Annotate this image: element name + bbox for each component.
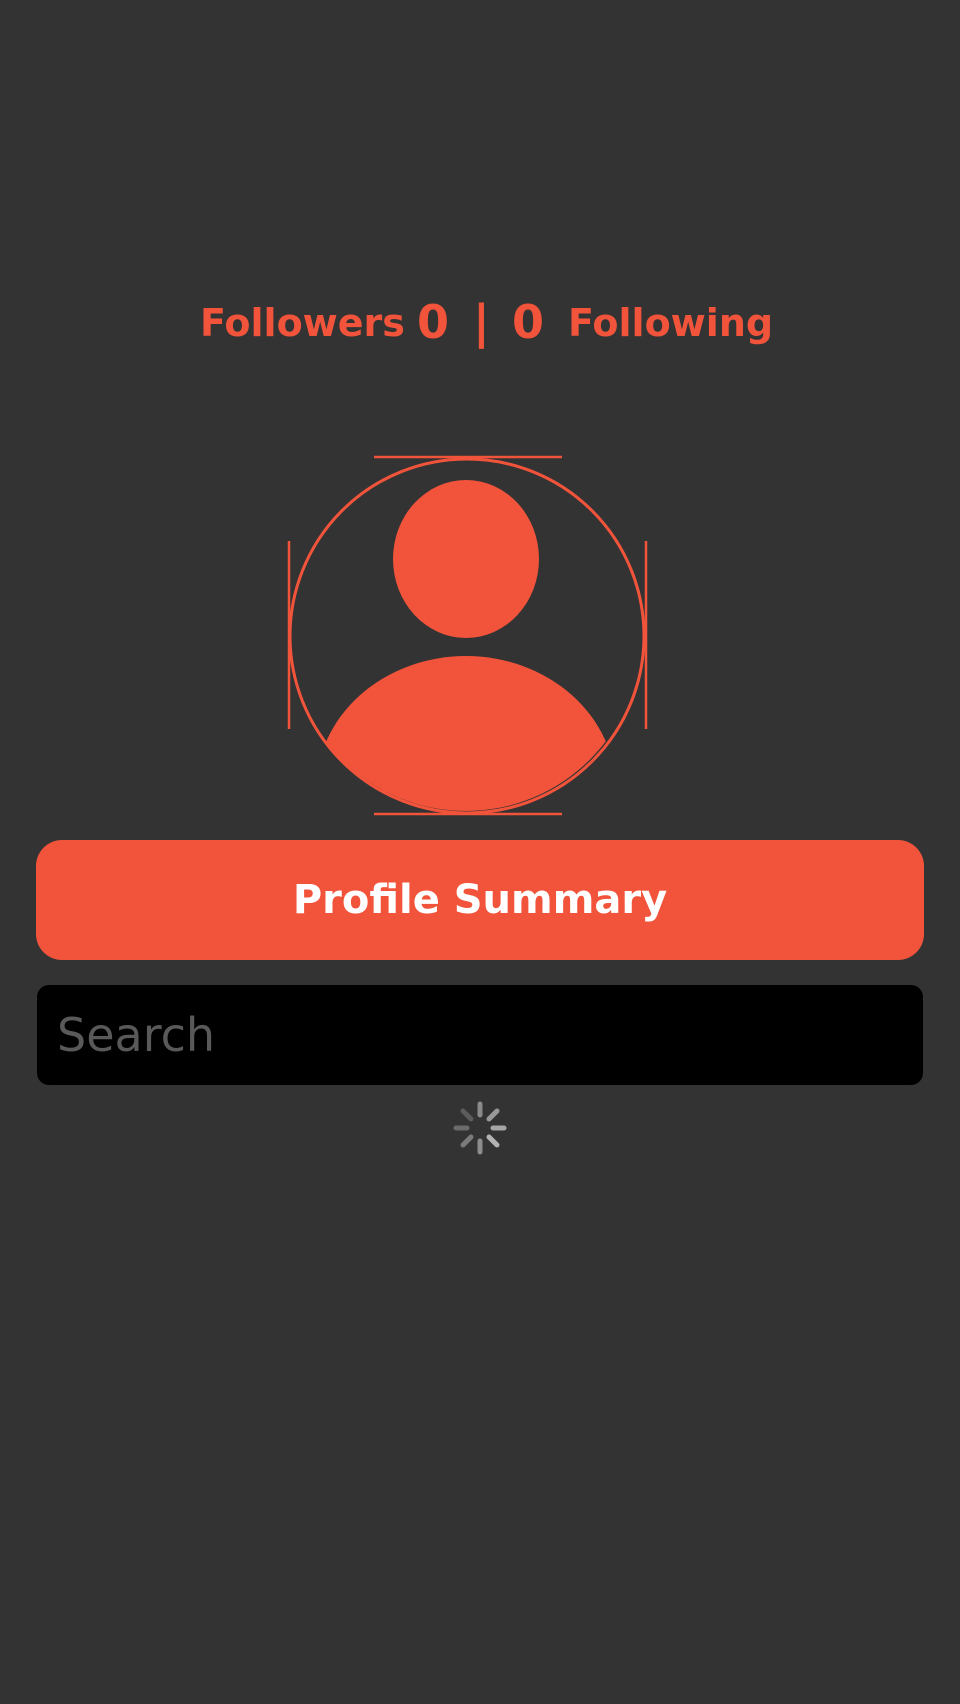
search-input[interactable] xyxy=(57,985,903,1085)
activity-spinner-icon xyxy=(453,1101,507,1155)
search-bar[interactable] xyxy=(37,985,923,1085)
following-label[interactable]: Following xyxy=(568,301,773,345)
user-profile-icon xyxy=(287,455,648,816)
followers-label[interactable]: Followers xyxy=(200,301,405,345)
stats-separator: | xyxy=(473,295,490,349)
profile-avatar[interactable] xyxy=(287,455,649,817)
following-count[interactable]: 0 xyxy=(512,295,544,349)
profile-summary-label: Profile Summary xyxy=(292,877,668,923)
follow-stats: Followers 0 | 0 Following xyxy=(0,286,960,362)
profile-summary-button[interactable]: Profile Summary xyxy=(36,840,924,960)
followers-count[interactable]: 0 xyxy=(417,295,449,349)
loading-spinner xyxy=(450,1098,510,1158)
